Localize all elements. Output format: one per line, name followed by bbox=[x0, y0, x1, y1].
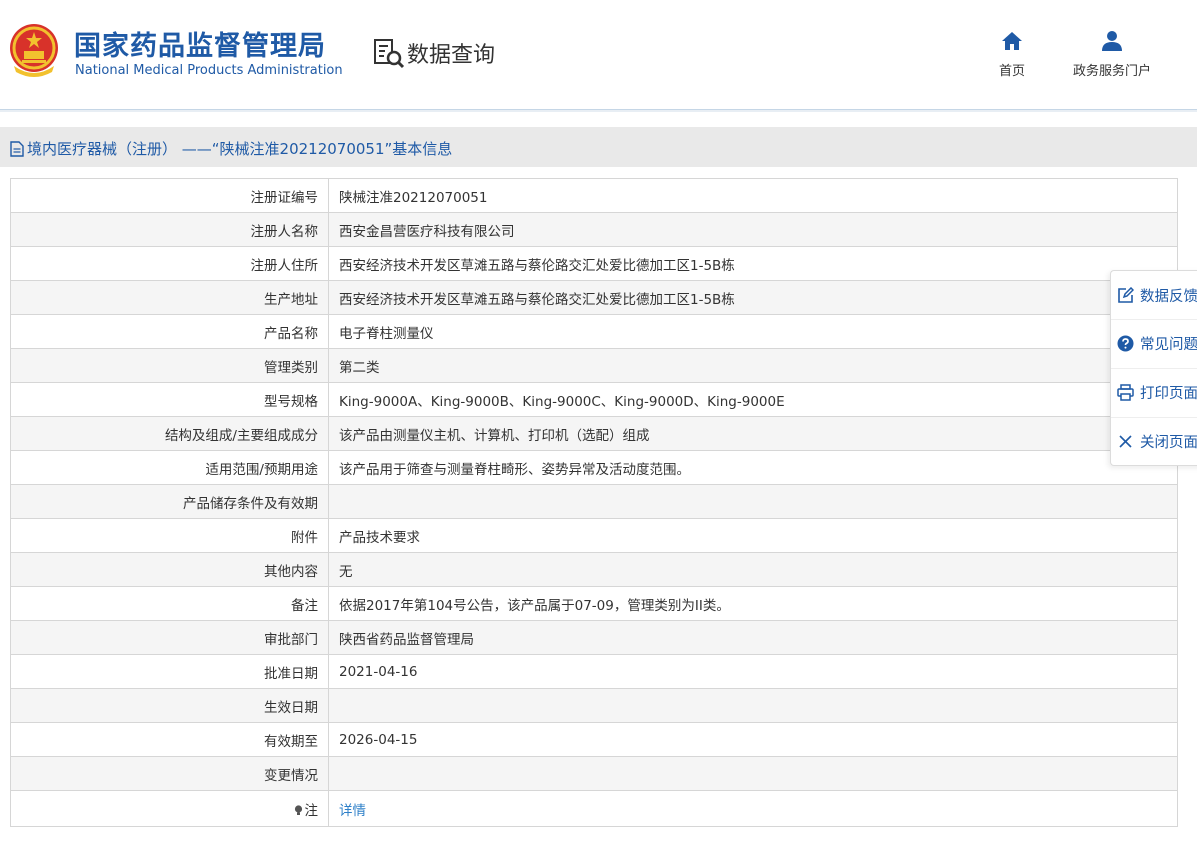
print-button[interactable]: 打印页面 bbox=[1111, 368, 1197, 416]
close-page-button[interactable]: 关闭页面 bbox=[1111, 417, 1197, 465]
field-label: 产品名称 bbox=[10, 314, 329, 349]
field-label: 生产地址 bbox=[10, 280, 329, 315]
print-icon bbox=[1117, 384, 1134, 401]
field-value: 产品技术要求 bbox=[328, 518, 1178, 553]
field-label: 备注 bbox=[10, 586, 329, 621]
table-row: 产品名称 电子脊柱测量仪 bbox=[10, 314, 1178, 349]
nav-home-label: 首页 bbox=[998, 64, 1025, 79]
close-page-label: 关闭页面 bbox=[1140, 435, 1197, 451]
field-value: 依据2017年第104号公告，该产品属于07-09，管理类别为II类。 bbox=[328, 586, 1178, 621]
field-value: King-9000A、King-9000B、King-9000C、King-90… bbox=[328, 382, 1178, 417]
field-label: 注册人住所 bbox=[10, 246, 329, 281]
field-value: 该产品用于筛查与测量脊柱畸形、姿势异常及活动度范围。 bbox=[328, 450, 1178, 485]
field-value: 西安经济技术开发区草滩五路与蔡伦路交汇处爱比德加工区1-5B栋 bbox=[328, 280, 1178, 315]
field-label: 产品储存条件及有效期 bbox=[10, 484, 329, 519]
field-label: 附件 bbox=[10, 518, 329, 553]
field-value: 2026-04-15 bbox=[328, 722, 1178, 757]
faq-button[interactable]: 常见问题 bbox=[1111, 319, 1197, 367]
field-label: 批准日期 bbox=[10, 654, 329, 689]
record-info-table: 注册证编号 陕械注准20212070051 注册人名称 西安金昌营医疗科技有限公司 注册… bbox=[10, 178, 1178, 827]
org-name-en: National Medical Products Administration bbox=[75, 63, 343, 78]
document-icon bbox=[10, 140, 24, 157]
field-label: 变更情况 bbox=[10, 756, 329, 791]
field-label: 注册证编号 bbox=[10, 178, 329, 213]
search-document-icon bbox=[374, 39, 405, 69]
field-label: 其他内容 bbox=[10, 552, 329, 587]
note-value-cell: 详情 bbox=[328, 790, 1178, 827]
table-row: 管理类别 第二类 bbox=[10, 348, 1178, 383]
table-row: 注册人名称 西安金昌营医疗科技有限公司 bbox=[10, 212, 1178, 247]
nav-gov-service-link[interactable]: 政务服务门户 bbox=[1062, 30, 1162, 79]
table-row: 批准日期 2021-04-16 bbox=[10, 654, 1178, 689]
table-row: 注册证编号 陕械注准20212070051 bbox=[10, 178, 1178, 213]
field-label: 审批部门 bbox=[10, 620, 329, 655]
table-row-note: 注 详情 bbox=[10, 790, 1178, 827]
data-query-label: 数据查询 bbox=[407, 43, 496, 68]
feedback-label: 数据反馈 bbox=[1140, 288, 1197, 305]
table-row: 有效期至 2026-04-15 bbox=[10, 722, 1178, 757]
field-value: 电子脊柱测量仪 bbox=[328, 314, 1178, 349]
user-icon bbox=[1102, 31, 1122, 51]
field-label: 型号规格 bbox=[10, 382, 329, 417]
field-value bbox=[328, 756, 1178, 791]
field-value: 2021-04-16 bbox=[328, 654, 1178, 689]
field-label: 生效日期 bbox=[10, 688, 329, 723]
data-query-title: 数据查询 bbox=[373, 36, 495, 70]
table-row: 备注 依据2017年第104号公告，该产品属于07-09，管理类别为II类。 bbox=[10, 586, 1178, 621]
national-emblem-icon bbox=[10, 24, 58, 77]
field-value: 西安金昌营医疗科技有限公司 bbox=[328, 212, 1178, 247]
site-header: 国家药品监督管理局 National Medical Products Admi… bbox=[0, 0, 1197, 112]
field-value: 无 bbox=[328, 552, 1178, 587]
field-value: 陕械注准20212070051 bbox=[328, 178, 1178, 213]
help-icon bbox=[1117, 335, 1134, 352]
field-value: 该产品由测量仪主机、计算机、打印机（选配）组成 bbox=[328, 416, 1178, 451]
field-value bbox=[328, 484, 1178, 519]
note-label: 注 bbox=[304, 802, 319, 819]
table-row: 产品储存条件及有效期 bbox=[10, 484, 1178, 519]
table-row: 生产地址 西安经济技术开发区草滩五路与蔡伦路交汇处爱比德加工区1-5B栋 bbox=[10, 280, 1178, 315]
field-value: 陕西省药品监督管理局 bbox=[328, 620, 1178, 655]
floating-side-panel: 数据反馈 常见问题 打印页面 关闭页面 bbox=[1110, 270, 1197, 466]
table-row: 生效日期 bbox=[10, 688, 1178, 723]
field-label: 结构及组成/主要组成成分 bbox=[10, 416, 329, 451]
faq-label: 常见问题 bbox=[1140, 337, 1197, 353]
table-row: 变更情况 bbox=[10, 756, 1178, 791]
field-value: 西安经济技术开发区草滩五路与蔡伦路交汇处爱比德加工区1-5B栋 bbox=[328, 246, 1178, 281]
section-title-text: 境内医疗器械（注册） ——“陕械注准20212070051”基本信息 bbox=[27, 140, 453, 158]
field-value: 第二类 bbox=[328, 348, 1178, 383]
org-name-cn: 国家药品监督管理局 bbox=[74, 31, 326, 62]
nav-gov-service-label: 政务服务门户 bbox=[1072, 64, 1151, 79]
nav-home-link[interactable]: 首页 bbox=[990, 30, 1034, 79]
section-title: 境内医疗器械（注册） ——“陕械注准20212070051”基本信息 bbox=[10, 138, 452, 159]
print-label: 打印页面 bbox=[1140, 386, 1197, 402]
field-label: 适用范围/预期用途 bbox=[10, 450, 329, 485]
home-icon bbox=[1002, 32, 1022, 50]
table-row: 附件 产品技术要求 bbox=[10, 518, 1178, 553]
table-row: 其他内容无 bbox=[10, 552, 1178, 587]
lightbulb-icon bbox=[294, 804, 302, 815]
close-icon bbox=[1119, 435, 1132, 448]
section-header: 境内医疗器械（注册） ——“陕械注准20212070051”基本信息 bbox=[0, 127, 1197, 167]
note-label-cell: 注 bbox=[10, 790, 329, 827]
feedback-button[interactable]: 数据反馈 bbox=[1111, 271, 1197, 319]
table-row: 型号规格 King-9000A、King-9000B、King-9000C、Kin… bbox=[10, 382, 1178, 417]
field-label: 注册人名称 bbox=[10, 212, 329, 247]
field-value bbox=[328, 688, 1178, 723]
table-row: 结构及组成/主要组成成分 该产品由测量仪主机、计算机、打印机（选配）组成 bbox=[10, 416, 1178, 451]
field-label: 管理类别 bbox=[10, 348, 329, 383]
details-link[interactable]: 详情 bbox=[339, 803, 366, 819]
edit-icon bbox=[1118, 286, 1134, 303]
table-row: 适用范围/预期用途 该产品用于筛查与测量脊柱畸形、姿势异常及活动度范围。 bbox=[10, 450, 1178, 485]
table-row: 审批部门 陕西省药品监督管理局 bbox=[10, 620, 1178, 655]
field-label: 有效期至 bbox=[10, 722, 329, 757]
table-row: 注册人住所 西安经济技术开发区草滩五路与蔡伦路交汇处爱比德加工区1-5B栋 bbox=[10, 246, 1178, 281]
